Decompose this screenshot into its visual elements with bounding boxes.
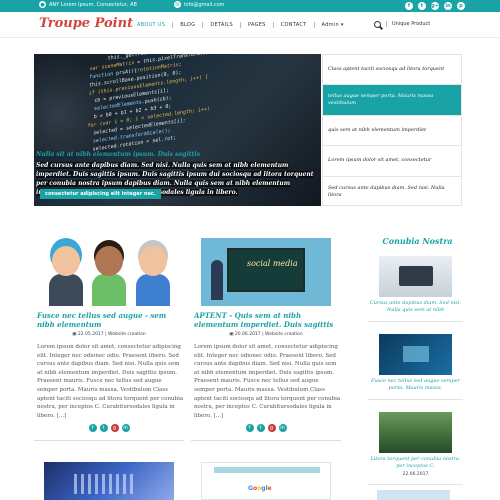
linkedin-icon[interactable]: in	[278, 424, 287, 433]
twitter-icon[interactable]: t	[418, 2, 426, 10]
nav-about-us[interactable]: ABOUT US	[130, 22, 174, 28]
sidebar-item-title[interactable]: Fusce nec tellus sed augue semper porta.…	[368, 378, 463, 392]
slider-list-item[interactable]: Sed cursus ante dapibus diam. Sed nisi. …	[323, 177, 461, 207]
blackboard-graphic: social media	[227, 248, 305, 292]
post-category[interactable]: Website creation	[108, 332, 146, 337]
site-header: Troupe Point ABOUT US BLOG DETAILS PAGES…	[0, 12, 500, 38]
post-title[interactable]: Fusce nec tellus sed augue - sem nibh el…	[34, 311, 184, 329]
slide-button[interactable]: consectetur adipiscing elit integer nec.	[40, 189, 161, 199]
sidebar-item-date: 22.06.2017	[402, 472, 429, 477]
post-excerpt: Lorem ipsum dolor sit amet, consectetur …	[194, 344, 341, 419]
sidebar-thumb-laptop[interactable]	[379, 256, 452, 297]
nav-blog[interactable]: BLOG	[173, 22, 204, 28]
sidebar-thumb-devices[interactable]	[379, 334, 452, 375]
slide-caption: Nulla sit at nibh elementum ipsum. Duis …	[36, 151, 200, 158]
divider	[34, 440, 184, 442]
mail-icon: ✉	[174, 1, 181, 8]
code-screen-graphic: this._getTransform(0, 0); var sceneMatri…	[80, 54, 210, 155]
facebook-icon[interactable]: f	[88, 424, 97, 433]
twitter-icon[interactable]: t	[99, 424, 108, 433]
sidebar-title: Conubia Nostra	[382, 236, 453, 246]
address-info: ● ANY Lorem Ipsum, Consectetur, AB	[39, 1, 137, 8]
google-plus-icon[interactable]: g+	[431, 2, 439, 10]
nav-pages[interactable]: PAGES	[241, 22, 274, 28]
divider	[368, 399, 463, 400]
facebook-icon[interactable]: f	[405, 2, 413, 10]
google-plus-icon[interactable]: g	[110, 424, 119, 433]
share-icons: f t g in	[191, 424, 341, 433]
divider	[368, 321, 463, 322]
post-title[interactable]: APTENT - Quis sem at nibh elementum impe…	[191, 311, 341, 329]
divider	[368, 484, 463, 485]
google-plus-icon[interactable]: g	[267, 424, 276, 433]
site-logo[interactable]: Troupe Point	[39, 16, 133, 31]
nav-contact[interactable]: CONTACT	[274, 22, 315, 28]
presenter-figure	[211, 260, 223, 300]
divider	[191, 440, 341, 442]
post-image-browser[interactable]: Google	[201, 462, 331, 500]
address-text: ANY Lorem Ipsum, Consectetur, AB	[49, 1, 137, 8]
twitter-icon[interactable]: t	[256, 424, 265, 433]
main-nav: ABOUT US BLOG DETAILS PAGES CONTACT Admi…	[130, 22, 351, 28]
post-excerpt: Lorem ipsum dolor sit amet, consectetur …	[37, 344, 184, 419]
sidebar-thumb-partial[interactable]	[377, 490, 450, 500]
slider-thumbnails-list: Class aptent taciti sociosqu ad litora t…	[322, 54, 462, 206]
blog-post: Fusce nec tellus sed augue - sem nibh el…	[34, 238, 184, 442]
sidebar-item: Cursus ante dapibus diam. Sed nisi. Null…	[368, 256, 463, 322]
sidebar-item-title[interactable]: Litora torquent per conubia nostra, per …	[368, 456, 463, 470]
post-category[interactable]: Website creation	[265, 332, 303, 337]
sidebar-item: Fusce nec tellus sed augue semper porta.…	[368, 334, 463, 400]
sidebar-item-title[interactable]: Cursus ante dapibus diam. Sed nisi. Null…	[368, 300, 463, 314]
post-meta: ▣ 22.05.2017 | Website creation	[72, 332, 146, 337]
person-figure	[49, 246, 83, 306]
blog-post: social media APTENT - Quis sem at nibh e…	[191, 238, 341, 442]
nav-details[interactable]: DETAILS	[203, 22, 241, 28]
person-figure	[136, 246, 170, 306]
slider-list-item-active[interactable]: tellus augue semper porta. Mauris massa …	[323, 85, 461, 116]
linkedin-icon[interactable]: in	[121, 424, 130, 433]
location-icon: ●	[39, 1, 46, 8]
post-date: 22.05.2017	[77, 332, 104, 337]
post-meta: ▣ 20.06.2017 | Website creation	[229, 332, 303, 337]
email-text[interactable]: info@gmail.com	[184, 2, 225, 8]
search-icon[interactable]	[374, 21, 381, 28]
board-text: social media	[247, 259, 298, 268]
email-info[interactable]: ✉ info@gmail.com	[174, 1, 225, 8]
slider-list-item[interactable]: quis sem at nibh elementum imperdiet	[323, 116, 461, 147]
linkedin-icon[interactable]: in	[444, 2, 452, 10]
pinterest-icon[interactable]: p	[457, 2, 465, 10]
browser-logo: Google	[248, 485, 272, 492]
person-figure	[92, 246, 126, 306]
post-date: 20.06.2017	[234, 332, 261, 337]
sidebar-item: Litora torquent per conubia nostra, per …	[368, 412, 463, 485]
nav-admin-dropdown[interactable]: Admin ▾	[315, 22, 351, 28]
post-image-team[interactable]	[44, 238, 174, 306]
social-links: f t g+ in p	[405, 2, 465, 10]
slider-list-item[interactable]: Lorem ipsum dolor sit amet, consectetur	[323, 146, 461, 177]
facebook-icon[interactable]: f	[245, 424, 254, 433]
sidebar-thumb-nature[interactable]	[379, 412, 452, 453]
post-image-network[interactable]	[44, 462, 174, 500]
post-image-social-media[interactable]: social media	[201, 238, 331, 306]
top-bar: ● ANY Lorem Ipsum, Consectetur, AB ✉ inf…	[0, 0, 500, 12]
slider-list-item[interactable]: Class aptent taciti sociosqu ad litora t…	[323, 55, 461, 86]
share-icons: f t g in	[34, 424, 184, 433]
unique-product-link[interactable]: Unique Product	[386, 21, 430, 27]
